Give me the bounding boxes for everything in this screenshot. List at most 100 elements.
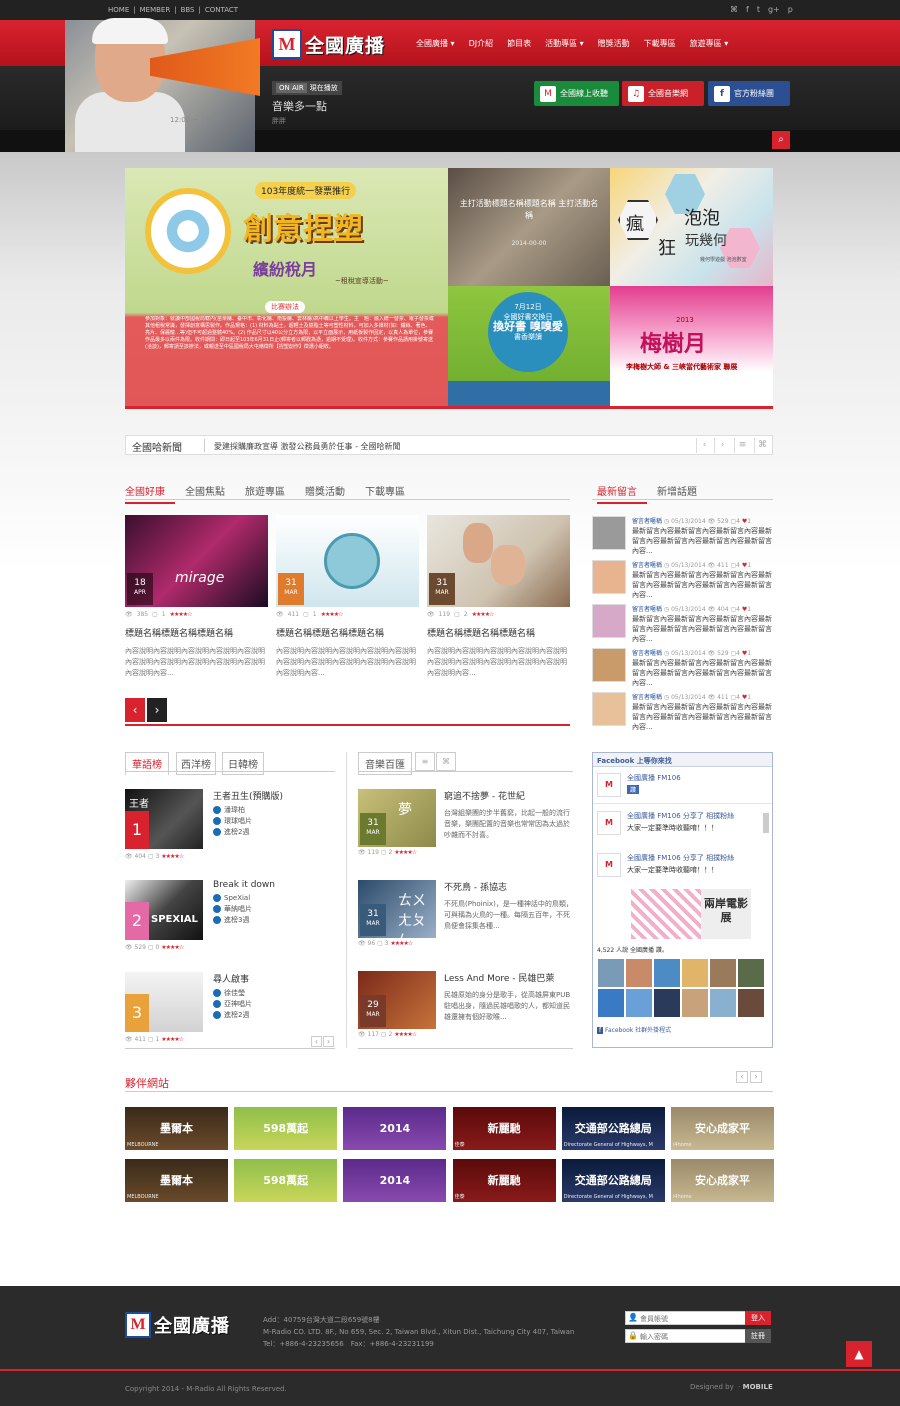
member-username-input[interactable]: [625, 1311, 747, 1325]
site-logo[interactable]: M 全國廣播: [272, 26, 398, 62]
chart-next-button[interactable]: ›: [323, 1036, 334, 1047]
partner-highways[interactable]: 交通部公路總局 Directorate General of Highways, …: [561, 1159, 665, 1202]
partner-i4home[interactable]: 安心成家平 i4home: [671, 1159, 774, 1202]
nav-item-prizes[interactable]: 贈獎活動: [598, 38, 630, 49]
tab-new-topics[interactable]: 新增話題: [657, 483, 707, 504]
fan-avatar[interactable]: [626, 989, 652, 1017]
listen-online-button[interactable]: M 全國線上收聽: [534, 81, 619, 106]
designer-name[interactable]: MOBILE: [743, 1383, 773, 1391]
login-button[interactable]: 登入: [745, 1311, 771, 1325]
deal-card-title[interactable]: 標題名稱標題名稱標題名稱: [427, 626, 570, 639]
fan-avatar[interactable]: [598, 989, 624, 1017]
fan-avatar[interactable]: [654, 989, 680, 1017]
partner-melbourne[interactable]: 墨爾本 MELBOURNE: [125, 1159, 228, 1202]
comment-author[interactable]: 留言者暱稱: [632, 650, 662, 657]
tab-focus[interactable]: 全國焦點: [185, 483, 235, 504]
facebook-icon[interactable]: f: [746, 5, 749, 14]
comment-item[interactable]: 留言者暱稱 ◷ 05/13/2014 👁 411 ▢4 ♥1 最新留言內容最新留言…: [592, 692, 773, 731]
fan-avatar[interactable]: [598, 959, 624, 987]
partner-melbourne[interactable]: 墨爾本 MELBOURNE: [125, 1107, 228, 1150]
googleplus-icon[interactable]: g+: [768, 5, 780, 14]
prev-button[interactable]: ‹: [125, 698, 145, 722]
music-item[interactable]: 29 MAR Less And More - 民雄巴萊 民雄原始的身分是歌手，從高雄屏…: [358, 971, 573, 1051]
list-icon[interactable]: ≡: [415, 752, 435, 771]
banner-top-mid[interactable]: 主打活動標題名稱標題名稱 主打活動名稱 2014-00-00: [448, 168, 610, 286]
tab-deals[interactable]: 全國好康: [125, 483, 175, 504]
partner-2014[interactable]: 2014: [343, 1107, 447, 1150]
comment-author[interactable]: 留言者暱稱: [632, 518, 662, 525]
chart-item[interactable]: 王者 1 王者丑生(預購版) 潘瑋柏 環球唱片 進榜2週 👁 404 ▢ 3 ★★★…: [125, 789, 325, 867]
fan-avatar[interactable]: [738, 989, 764, 1017]
facebook-page-name[interactable]: 全國廣播 FM106: [627, 773, 681, 783]
facebook-plugin-label[interactable]: f Facebook 社群外掛程式: [597, 1025, 671, 1034]
avatar[interactable]: [592, 604, 626, 638]
facebook-like-button[interactable]: 讚: [627, 785, 640, 794]
comment-author[interactable]: 留言者暱稱: [632, 606, 662, 613]
deal-card[interactable]: 31 MAR 👁 119 ▢ 2 ★★★★☆ 標題名稱標題名稱標題名稱 內容說明內容說明內…: [427, 515, 570, 680]
music-item[interactable]: ㄊㄨㄤㄆㄣ 31 MAR 不死鳥 - 孫協志 不死鳥(Phoinix)，是一種神話中的鳥…: [358, 880, 573, 960]
next-icon[interactable]: ›: [714, 438, 730, 453]
footer-logo[interactable]: M 全國廣播: [125, 1312, 230, 1338]
partner-xinlichi[interactable]: 新麗馳 佳泰: [452, 1159, 556, 1202]
rss-icon[interactable]: ⌘: [436, 752, 456, 771]
fan-avatar[interactable]: [738, 959, 764, 987]
top-link-home[interactable]: HOME: [108, 6, 129, 14]
next-button[interactable]: ›: [147, 698, 167, 722]
prev-icon[interactable]: ‹: [696, 438, 712, 453]
tab-mandarin-chart[interactable]: 華語榜: [125, 752, 169, 776]
nav-item-radio[interactable]: 全國廣播 ▾: [416, 38, 455, 49]
banner-main[interactable]: 103年度統一發票推行 創意捏塑 繽紛稅月 ~租稅宣導活動~ 比賽辦法 參加對象…: [125, 168, 448, 409]
comment-item[interactable]: 留言者暱稱 ◷ 05/13/2014 👁 404 ▢4 ♥1 最新留言內容最新留言…: [592, 604, 773, 643]
nav-item-events[interactable]: 活動專區 ▾: [545, 38, 584, 49]
fan-avatar[interactable]: [626, 959, 652, 987]
register-button[interactable]: 註冊: [745, 1329, 771, 1343]
banner-bottom-mid[interactable]: 7月12日 全國好書交換日 換好書 嗅嗅愛 書香樂讀: [448, 286, 610, 409]
music-title[interactable]: 不死鳥 - 孫協志: [444, 880, 574, 893]
member-password-input[interactable]: [625, 1329, 747, 1343]
deal-card[interactable]: 31 MAR 👁 411 ▢ 1 ★★★★☆ 標題名稱標題名稱標題名稱 內容說明內容說明內…: [276, 515, 419, 680]
search-button[interactable]: ⌕: [772, 131, 790, 149]
rss-icon[interactable]: ⌘: [730, 5, 738, 14]
partner-2014[interactable]: 2014: [343, 1159, 447, 1202]
tab-downloads[interactable]: 下載專區: [365, 483, 415, 504]
avatar[interactable]: [592, 692, 626, 726]
tab-prizes[interactable]: 贈獎活動: [305, 483, 355, 504]
avatar[interactable]: [592, 516, 626, 550]
fan-avatar[interactable]: [710, 989, 736, 1017]
song-title[interactable]: Break it down: [213, 880, 275, 890]
deal-card-title[interactable]: 標題名稱標題名稱標題名稱: [276, 626, 419, 639]
top-link-bbs[interactable]: BBS: [181, 6, 195, 14]
partner-i4home[interactable]: 安心成家平 i4home: [671, 1107, 774, 1150]
partner-598[interactable]: 598萬起: [234, 1159, 338, 1202]
nav-item-schedule[interactable]: 節目表: [507, 38, 531, 49]
music-site-button[interactable]: ♫ 全國音樂網: [622, 81, 704, 106]
deal-card[interactable]: mirage 18 APR 👁 385 ▢ 1 ★★★★☆ 標題名稱標題名稱標題名稱 內容…: [125, 515, 268, 680]
fan-avatar[interactable]: [710, 959, 736, 987]
fan-avatar[interactable]: [654, 959, 680, 987]
nav-item-dj[interactable]: DJ介紹: [469, 38, 494, 49]
fan-avatar[interactable]: [682, 989, 708, 1017]
top-link-contact[interactable]: CONTACT: [205, 6, 238, 14]
rss-icon[interactable]: ⌘: [754, 438, 770, 453]
chart-item[interactable]: 3 尋人啟事 徐佳瑩 亞神唱片 進榜2週 👁 411 ▢ 1 ★★★★☆: [125, 972, 325, 1050]
song-title[interactable]: 尋人啟事: [213, 972, 252, 985]
back-to-top-button[interactable]: ▲: [846, 1341, 872, 1367]
list-icon[interactable]: ≡: [734, 438, 750, 453]
deal-card-title[interactable]: 標題名稱標題名稱標題名稱: [125, 626, 268, 639]
top-link-member[interactable]: MEMBER: [140, 6, 171, 14]
nav-item-travel[interactable]: 旅遊專區 ▾: [690, 38, 729, 49]
scrollbar-thumb[interactable]: [763, 813, 769, 833]
pinterest-icon[interactable]: p: [788, 5, 793, 14]
partners-next-button[interactable]: ›: [750, 1071, 762, 1083]
avatar[interactable]: [592, 648, 626, 682]
tab-latest-comments[interactable]: 最新留言: [597, 483, 647, 504]
banner-top-right[interactable]: 瘋 狂 泡泡 玩幾何 幾何學遊戲 泡泡數室: [610, 168, 773, 286]
avatar[interactable]: [592, 560, 626, 594]
fan-page-button[interactable]: f 官方粉絲團: [708, 81, 790, 106]
comment-item[interactable]: 留言者暱稱 ◷ 05/13/2014 👁 411 ▢4 ♥1 最新留言內容最新留言…: [592, 560, 773, 599]
partner-598[interactable]: 598萬起: [234, 1107, 338, 1150]
partner-highways[interactable]: 交通部公路總局 Directorate General of Highways, …: [561, 1107, 665, 1150]
twitter-icon[interactable]: t: [757, 5, 760, 14]
partners-prev-button[interactable]: ‹: [736, 1071, 748, 1083]
comment-author[interactable]: 留言者暱稱: [632, 694, 662, 701]
